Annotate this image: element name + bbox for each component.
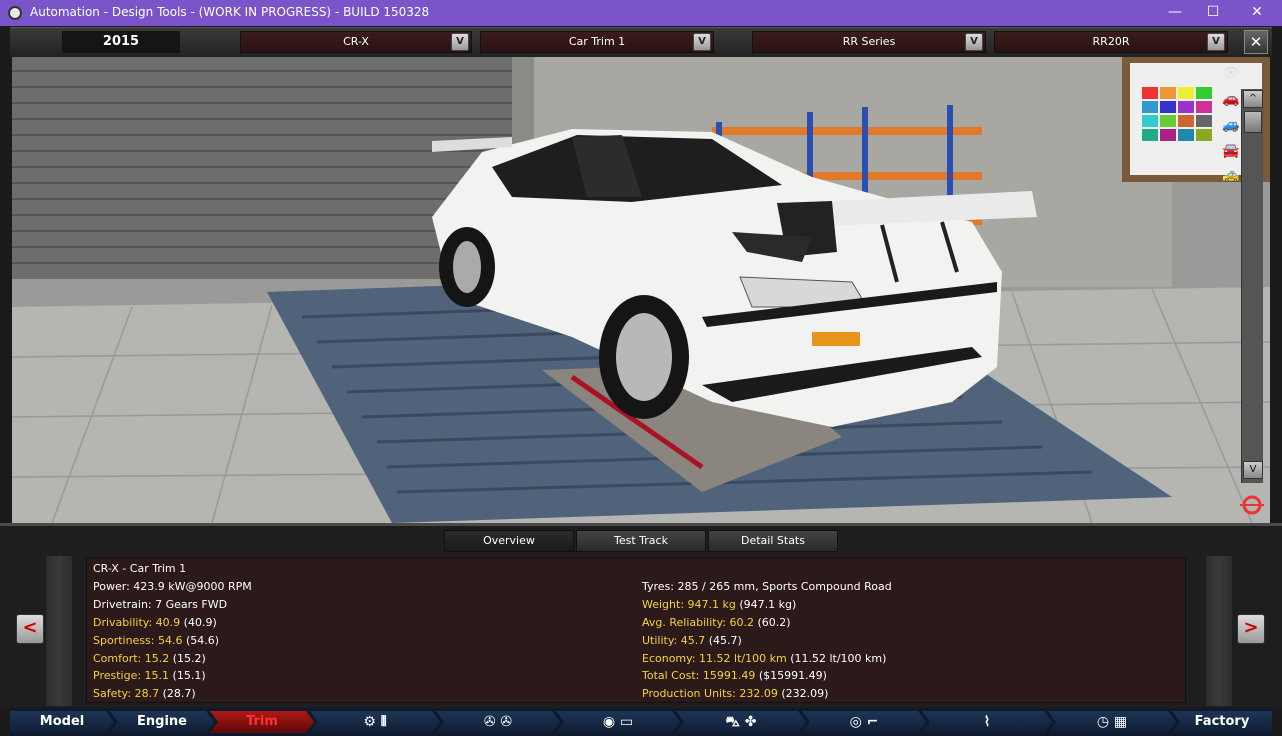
stats-panel: Overview Test Track Detail Stats < > CR-… [0,523,1282,708]
nav-factory[interactable]: Factory [1172,711,1272,733]
scroll-down-button[interactable]: V [1243,461,1263,479]
interior-icon: ◎ ⌐ [849,714,879,730]
nav-gearbox[interactable]: ⚙ ⫴ [310,711,440,733]
trim-dropdown[interactable]: Car Trim 1 V [480,31,714,53]
engine-variant-label: RR20R [1092,35,1130,48]
tab-test-track[interactable]: Test Track [576,530,706,552]
stat-utility: Utility: 45.7 (45.7) [642,634,742,647]
prev-button[interactable]: < [16,614,44,644]
suspension-icon: ⌇ [983,714,991,730]
chevron-down-icon[interactable]: V [965,33,983,51]
stat-power: Power: 423.9 kW@9000 RPM [93,580,252,593]
model-dropdown[interactable]: CR-X V [240,31,472,53]
nav-interior[interactable]: ◎ ⌐ [802,711,926,733]
car-3d-viewport[interactable]: 👁 🚗 🚙 🚘 🚕 ^ V [12,57,1270,523]
stat-sportiness: Sportiness: 54.6 (54.6) [93,634,220,647]
hide-view-icon[interactable]: 👁 [1218,65,1244,83]
nav-model[interactable]: Model [10,711,114,733]
nav-suspension[interactable]: ⌇ [922,711,1052,733]
chevron-down-icon[interactable]: V [1207,33,1225,51]
minimize-button[interactable]: — [1160,2,1190,24]
stat-tyres: Tyres: 285 / 265 mm, Sports Compound Roa… [642,580,892,593]
window-title: Automation - Design Tools - (WORK IN PRO… [30,5,430,19]
chassis-icon: ◉ ▭ [602,714,634,730]
nav-wheels[interactable]: ✇ ✇ [436,711,560,733]
stat-comfort: Comfort: 15.2 (15.2) [93,652,206,665]
maximize-button[interactable]: ☐ [1198,2,1228,24]
nav-body[interactable]: ⛍ ✤ [676,711,806,733]
overview-stats: CR-X - Car Trim 1 Power: 423.9 kW@9000 R… [86,557,1186,703]
app-icon [8,6,22,20]
stat-economy: Economy: 11.52 lt/100 km (11.52 lt/100 k… [642,652,887,665]
body-icon: ⛍ ✤ [725,714,757,730]
stat-weight: Weight: 947.1 kg (947.1 kg) [642,598,797,611]
wheels-icon: ✇ ✇ [483,714,513,730]
engine-family-dropdown[interactable]: RR Series V [752,31,986,53]
top-selector-bar: 2015 CR-X V Car Trim 1 V RR Series V RR2… [10,27,1272,57]
model-dropdown-label: CR-X [343,35,369,48]
testing-icon: ◷ ▦ [1096,714,1128,730]
stat-drivability: Drivability: 40.9 (40.9) [93,616,217,629]
nav-trim[interactable]: Trim [210,711,314,733]
close-designer-button[interactable]: ✕ [1244,30,1268,54]
stat-safety: Safety: 28.7 (28.7) [93,687,196,700]
tab-detail-stats[interactable]: Detail Stats [708,530,838,552]
next-button[interactable]: > [1237,614,1265,644]
stat-reliability: Avg. Reliability: 60.2 (60.2) [642,616,791,629]
close-window-button[interactable]: ✕ [1242,2,1272,24]
tab-overview[interactable]: Overview [444,530,574,552]
nav-testing[interactable]: ◷ ▦ [1048,711,1176,733]
chevron-down-icon[interactable]: V [451,33,469,51]
nav-chassis[interactable]: ◉ ▭ [556,711,680,733]
frame-post-left [46,556,72,706]
engine-family-label: RR Series [842,35,896,48]
trim-dropdown-label: Car Trim 1 [568,35,626,48]
gearbox-icon: ⚙ ⫴ [363,714,387,730]
nav-engine[interactable]: Engine [110,711,214,733]
stat-prestige: Prestige: 15.1 (15.1) [93,669,206,682]
scroll-thumb[interactable] [1244,111,1262,133]
window-titlebar: Automation - Design Tools - (WORK IN PRO… [0,0,1282,26]
viewport-scrollbar[interactable]: ^ V [1241,89,1263,483]
year-display: 2015 [62,31,180,53]
frame-post-right [1206,556,1232,706]
stats-header: CR-X - Car Trim 1 [93,562,187,575]
stat-drivetrain: Drivetrain: 7 Gears FWD [93,598,228,611]
stat-total-cost: Total Cost: 15991.49 ($15991.49) [642,669,827,682]
designer-nav-bar: Model Engine Trim ⚙ ⫴ ✇ ✇ ◉ ▭ ⛍ ✤ ◎ ⌐ ⌇ … [10,708,1272,736]
garage-scene [12,57,1270,523]
engine-variant-dropdown[interactable]: RR20R V [994,31,1228,53]
scroll-up-button[interactable]: ^ [1243,90,1263,108]
chevron-down-icon[interactable]: V [693,33,711,51]
stat-production-units: Production Units: 232.09 (232.09) [642,687,829,700]
